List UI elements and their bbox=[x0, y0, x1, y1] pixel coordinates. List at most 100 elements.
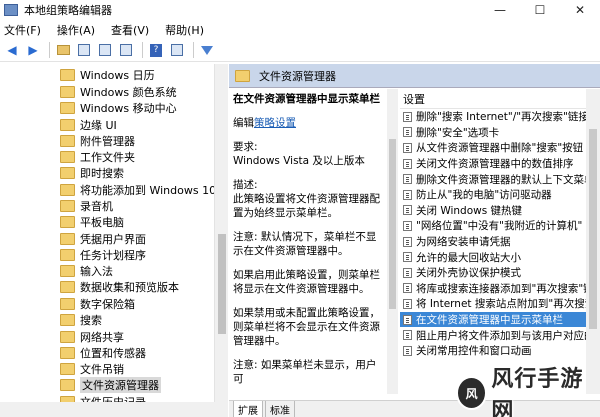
folder-icon bbox=[60, 134, 75, 147]
settings-scrollbar[interactable] bbox=[586, 89, 600, 394]
tree-item[interactable]: 附件管理器 bbox=[60, 132, 135, 149]
tree-item[interactable]: Windows 颜色系统 bbox=[60, 83, 177, 100]
folder-icon bbox=[60, 378, 75, 391]
tree-item[interactable]: 录音机 bbox=[60, 197, 113, 214]
tree-item[interactable]: 任务计划程序 bbox=[60, 246, 146, 263]
folder-icon bbox=[60, 166, 75, 179]
tree-item[interactable]: 搜索 bbox=[60, 311, 102, 328]
policy-icon bbox=[403, 142, 412, 153]
toolbar-separator bbox=[49, 42, 50, 58]
toolbar: ◀ ▶ ? bbox=[0, 39, 600, 62]
setting-row[interactable]: 关闭常用控件和窗口动画 bbox=[400, 343, 586, 359]
setting-row[interactable]: 删除"搜索 Internet"/"再次搜索"链接 bbox=[400, 109, 586, 125]
tree-item[interactable]: 数字保险箱 bbox=[60, 295, 135, 312]
setting-row-selected[interactable]: 在文件资源管理器中显示菜单栏 bbox=[400, 311, 586, 328]
policy-icon bbox=[403, 267, 412, 278]
folder-icon bbox=[60, 85, 75, 98]
scrollbar-thumb[interactable] bbox=[589, 129, 597, 329]
tree-item[interactable]: 文件吊销 bbox=[60, 360, 124, 377]
policy-icon bbox=[403, 330, 412, 341]
scrollbar-thumb[interactable] bbox=[389, 139, 396, 309]
tree-item[interactable]: 边缘 UI bbox=[60, 116, 117, 133]
filter-button[interactable] bbox=[198, 42, 216, 58]
setting-row[interactable]: 将 Internet 搜索站点附加到"再次搜索"链接 bbox=[400, 296, 586, 312]
policy-icon bbox=[403, 205, 412, 216]
extended-description-pane: 在文件资源管理器中显示菜单栏 编辑策略设置 要求: Windows Vista … bbox=[229, 89, 387, 394]
tree-item[interactable]: 将功能添加到 Windows 10 bbox=[60, 181, 214, 198]
policy-icon bbox=[403, 111, 412, 122]
disabled-text: 如果禁用或未配置此策略设置，则菜单栏将不会显示在文件资源管理器中。 bbox=[233, 307, 380, 347]
policy-icon bbox=[403, 283, 412, 294]
forward-button[interactable]: ▶ bbox=[24, 42, 42, 58]
setting-row[interactable]: 关闭文件资源管理器中的数值排序 bbox=[400, 156, 586, 172]
setting-row[interactable]: "网络位置"中没有"我附近的计算机" bbox=[400, 218, 586, 234]
show-tree-button[interactable] bbox=[75, 42, 93, 58]
tree-item[interactable]: 输入法 bbox=[60, 262, 113, 279]
menu-file[interactable]: 文件(F) bbox=[4, 22, 41, 38]
tree-item[interactable]: Windows 移动中心 bbox=[60, 99, 177, 116]
setting-row[interactable]: 删除"安全"选项卡 bbox=[400, 125, 586, 141]
requirements-label: 要求: bbox=[233, 141, 258, 153]
back-button[interactable]: ◀ bbox=[3, 42, 21, 58]
tab-standard[interactable]: 标准 bbox=[265, 401, 295, 417]
tree-item[interactable]: 位置和传感器 bbox=[60, 344, 146, 361]
tree-item[interactable]: 数据收集和预览版本 bbox=[60, 278, 179, 295]
setting-row[interactable]: 删除文件资源管理器的默认上下文菜单 bbox=[400, 171, 586, 187]
folder-icon bbox=[60, 330, 75, 343]
menu-help[interactable]: 帮助(H) bbox=[165, 22, 204, 38]
export-button[interactable] bbox=[117, 42, 135, 58]
setting-row[interactable]: 将库或搜索连接器添加到"再次搜索"链接 bbox=[400, 281, 586, 297]
app-icon bbox=[4, 4, 18, 16]
menu-bar: 文件(F) 操作(A) 查看(V) 帮助(H) bbox=[0, 20, 600, 39]
edit-policy-line: 编辑策略设置 bbox=[233, 117, 296, 129]
tree-vertical-scrollbar[interactable] bbox=[214, 64, 228, 402]
column-header-setting[interactable]: 设置 bbox=[400, 89, 586, 109]
view-button[interactable] bbox=[168, 42, 186, 58]
tree-horizontal-scrollbar[interactable] bbox=[0, 402, 228, 417]
folder-icon bbox=[60, 183, 75, 196]
tree-item[interactable]: 网络共享 bbox=[60, 328, 124, 345]
toolbar-separator bbox=[193, 42, 194, 58]
tree-item[interactable]: 工作文件夹 bbox=[60, 148, 135, 165]
menu-action[interactable]: 操作(A) bbox=[57, 22, 95, 38]
setting-row[interactable]: 允许的最大回收站大小 bbox=[400, 249, 586, 265]
setting-row[interactable]: 关闭 Windows 键热键 bbox=[400, 203, 586, 219]
description-scrollbar[interactable] bbox=[387, 89, 398, 394]
watermark-logo: 风 bbox=[456, 376, 488, 410]
folder-icon bbox=[60, 199, 75, 212]
policy-icon bbox=[403, 220, 412, 231]
policy-icon bbox=[403, 252, 412, 263]
minimize-button[interactable]: — bbox=[480, 0, 520, 20]
folder-icon bbox=[60, 280, 75, 293]
help-button[interactable]: ? bbox=[147, 42, 165, 58]
export-icon bbox=[120, 44, 132, 56]
folder-icon bbox=[60, 248, 75, 261]
policy-icon bbox=[403, 127, 412, 138]
setting-row[interactable]: 为网络安装申请凭据 bbox=[400, 234, 586, 250]
policy-icon bbox=[403, 236, 412, 247]
menu-view[interactable]: 查看(V) bbox=[111, 22, 149, 38]
maximize-button[interactable]: ☐ bbox=[520, 0, 560, 20]
properties-button[interactable] bbox=[96, 42, 114, 58]
back-arrow-icon: ◀ bbox=[7, 43, 17, 57]
folder-icon bbox=[60, 232, 75, 245]
tree-item[interactable]: 凭据用户界面 bbox=[60, 230, 146, 247]
setting-row[interactable]: 关闭外壳协议保护模式 bbox=[400, 265, 586, 281]
setting-row[interactable]: 阻止用户将文件添加到与该用户对应的" bbox=[400, 327, 586, 343]
scrollbar-thumb[interactable] bbox=[218, 234, 226, 334]
tab-extended[interactable]: 扩展 bbox=[233, 401, 263, 417]
tree-item[interactable]: 即时搜索 bbox=[60, 164, 124, 181]
console-tree: Windows 日历 Windows 颜色系统 Windows 移动中心 边缘 … bbox=[0, 64, 214, 402]
setting-row[interactable]: 从文件资源管理器中删除"搜索"按钮 bbox=[400, 140, 586, 156]
tree-item-selected[interactable]: 文件资源管理器 bbox=[60, 376, 161, 393]
tree-item[interactable]: Windows 日历 bbox=[60, 66, 155, 83]
folder-icon bbox=[60, 215, 75, 228]
tree-item[interactable]: 平板电脑 bbox=[60, 213, 124, 230]
up-folder-button[interactable] bbox=[54, 42, 72, 58]
policy-settings-link[interactable]: 策略设置 bbox=[254, 117, 296, 129]
tree-item[interactable]: 文件历史记录 bbox=[60, 393, 146, 402]
setting-row[interactable]: 防止从"我的电脑"访问驱动器 bbox=[400, 187, 586, 203]
close-button[interactable]: ✕ bbox=[560, 0, 600, 20]
details-header-title: 文件资源管理器 bbox=[259, 69, 336, 83]
note2-text: 注意: 如果菜单栏未显示，用户可 bbox=[233, 359, 377, 385]
